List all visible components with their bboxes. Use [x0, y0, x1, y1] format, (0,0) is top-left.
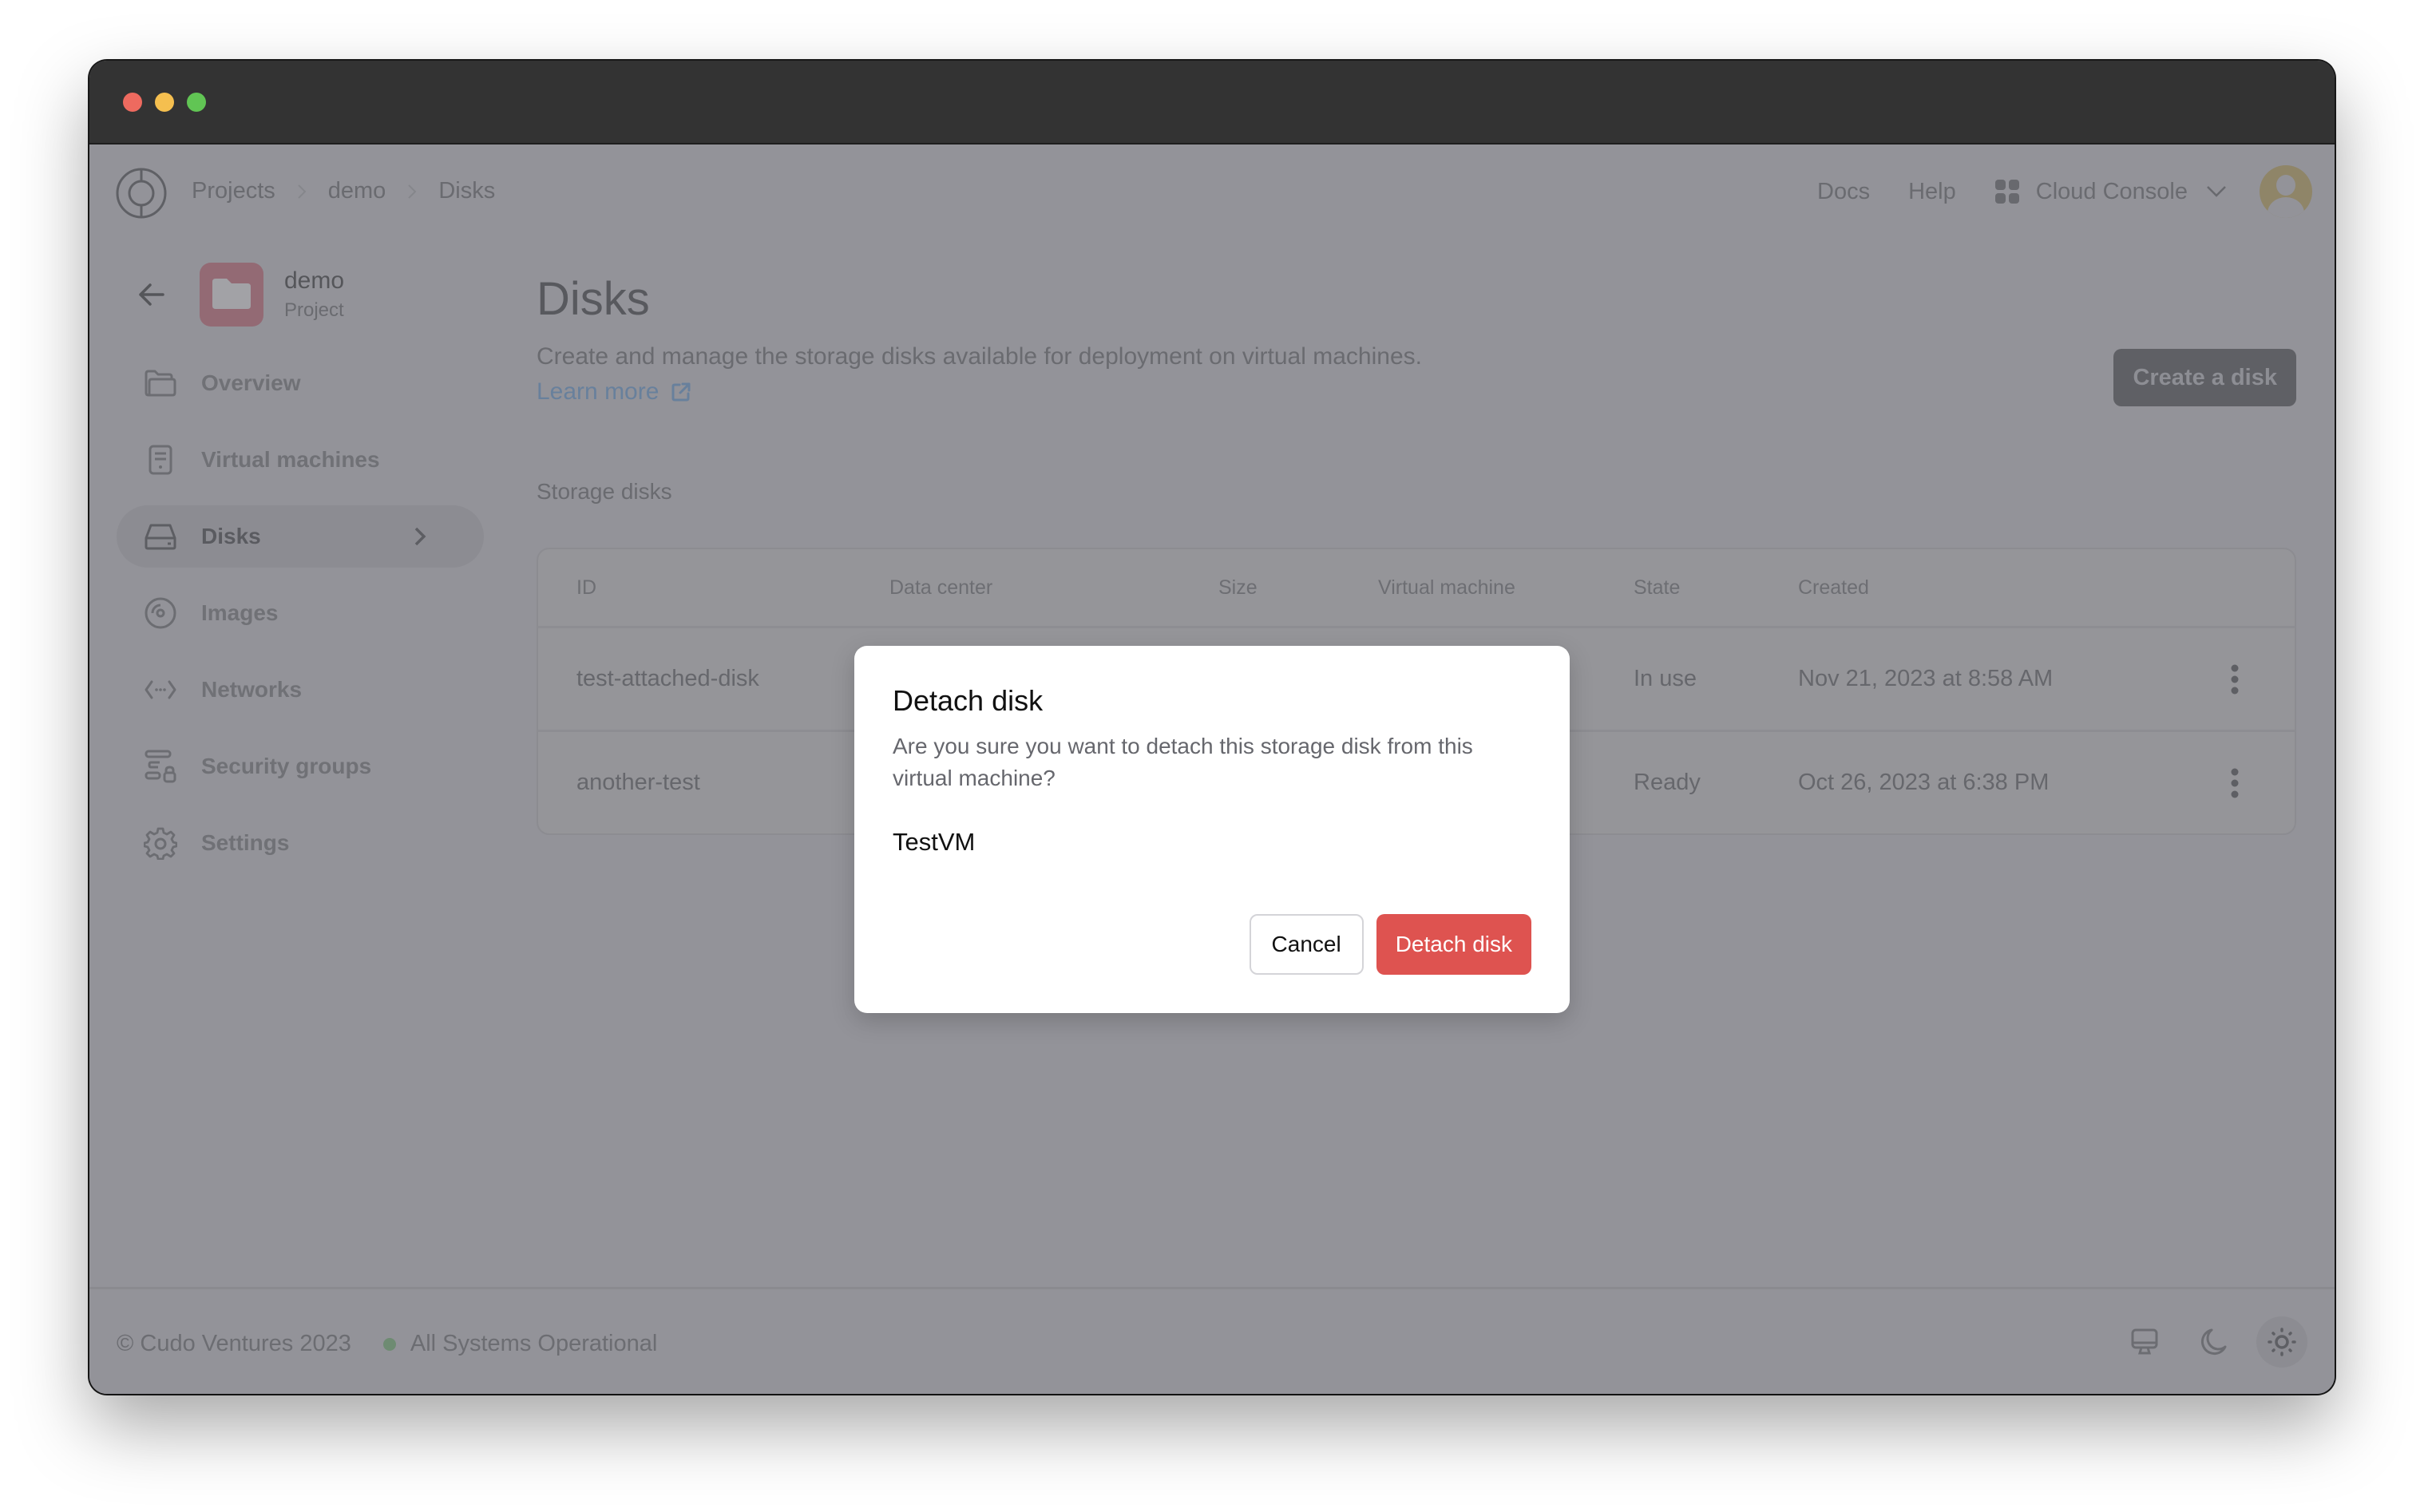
cancel-button[interactable]: Cancel — [1249, 914, 1364, 975]
footer-left: © Cudo Ventures 2023 All Systems Operati… — [117, 1331, 657, 1357]
breadcrumb-demo[interactable]: demo — [328, 178, 386, 204]
security-list-lock-icon — [145, 750, 176, 783]
learn-more-link[interactable]: Learn more — [537, 378, 692, 406]
theme-light-button[interactable] — [2256, 1316, 2307, 1368]
arrow-left-icon[interactable] — [133, 275, 171, 314]
sidebar-item-label: Images — [201, 600, 279, 625]
more-vertical-icon[interactable] — [2231, 664, 2239, 695]
disk-state: In use — [1634, 666, 1697, 691]
sidebar-item-virtual-machines[interactable]: Virtual machines — [117, 429, 484, 491]
top-nav: Projects demo Disks Docs Help Cloud Cons… — [89, 144, 2335, 237]
disk-created: Oct 26, 2023 at 6:38 PM — [1798, 770, 2050, 795]
sidebar-item-label: Overview — [201, 370, 301, 395]
page-title: Disks — [537, 273, 650, 325]
disc-icon — [145, 597, 176, 629]
external-link-icon — [671, 382, 691, 402]
column-header-data-center[interactable]: Data center — [889, 576, 992, 600]
dialog-actions: Cancel Detach disk — [1249, 914, 1531, 975]
folder-icon — [212, 279, 251, 309]
sidebar-item-networks[interactable]: Networks — [117, 659, 484, 721]
sidebar-item-label: Virtual machines — [201, 447, 380, 472]
folder-open-icon — [145, 370, 176, 397]
create-disk-button[interactable]: Create a disk — [2113, 349, 2296, 406]
cloud-console-dropdown[interactable]: Cloud Console — [1994, 179, 2228, 205]
docs-link[interactable]: Docs — [1817, 179, 1870, 205]
disk-created: Nov 21, 2023 at 8:58 AM — [1798, 666, 2054, 691]
copyright: © Cudo Ventures 2023 — [117, 1331, 351, 1356]
page-description: Create and manage the storage disks avai… — [537, 343, 1422, 370]
sidebar-item-label: Security groups — [201, 754, 372, 778]
column-header-id[interactable]: ID — [576, 576, 596, 600]
detach-disk-button[interactable]: Detach disk — [1376, 914, 1531, 975]
detach-disk-dialog: Detach disk Are you sure you want to det… — [854, 646, 1570, 1013]
chevron-right-icon — [298, 184, 307, 199]
sidebar-item-label: Networks — [201, 677, 303, 702]
system-status-link[interactable]: All Systems Operational — [410, 1331, 657, 1357]
sidebar-item-disks[interactable]: Disks — [117, 505, 484, 568]
status-dot-icon — [382, 1337, 396, 1351]
sidebar-item-security-groups[interactable]: Security groups — [117, 735, 484, 798]
grid-icon — [1994, 180, 2019, 204]
close-window-button[interactable] — [123, 93, 142, 112]
server-icon — [149, 445, 172, 475]
footer: © Cudo Ventures 2023 All Systems Operati… — [89, 1287, 2335, 1394]
sun-icon — [2268, 1328, 2296, 1356]
column-header-created[interactable]: Created — [1798, 576, 1869, 600]
maximize-window-button[interactable] — [187, 93, 206, 112]
help-link[interactable]: Help — [1908, 179, 1956, 205]
theme-dark-button[interactable] — [2188, 1316, 2239, 1368]
sidebar-item-label: Settings — [201, 830, 290, 855]
minimize-window-button[interactable] — [155, 93, 174, 112]
user-avatar-icon[interactable] — [2260, 165, 2312, 218]
cloud-console-label: Cloud Console — [2035, 178, 2188, 204]
chevron-down-icon — [2207, 186, 2226, 197]
table-header: ID Data center Size Virtual machine Stat… — [538, 549, 2295, 626]
theme-switcher — [2119, 1316, 2307, 1368]
more-vertical-icon[interactable] — [2231, 768, 2239, 798]
project-subtitle: Project — [284, 299, 344, 321]
disk-id[interactable]: test-attached-disk — [576, 666, 759, 692]
dialog-message: Are you sure you want to detach this sto… — [893, 734, 1473, 790]
avatar-body — [2268, 197, 2304, 218]
sidebar-item-overview[interactable]: Overview — [117, 352, 484, 414]
hard-drive-icon — [145, 524, 176, 550]
dialog-title: Detach disk — [893, 684, 1044, 717]
sidebar: demo Project Overview Virtual machines D… — [117, 261, 484, 889]
avatar-head — [2276, 175, 2295, 196]
column-header-virtual-machine[interactable]: Virtual machine — [1378, 576, 1515, 600]
column-header-size[interactable]: Size — [1218, 576, 1258, 600]
sidebar-item-label: Disks — [201, 524, 261, 548]
breadcrumb-disks[interactable]: Disks — [438, 178, 495, 204]
virtual-machine-name: TestVM — [893, 828, 976, 856]
browser-window: Projects demo Disks Docs Help Cloud Cons… — [89, 61, 2335, 1394]
app-content: Projects demo Disks Docs Help Cloud Cons… — [89, 144, 2335, 1394]
chevron-right-icon — [414, 527, 426, 546]
gear-icon — [144, 827, 177, 860]
project-avatar — [200, 263, 263, 327]
project-header: demo Project — [117, 261, 484, 328]
chevron-right-icon — [408, 184, 417, 199]
moon-icon — [2200, 1328, 2227, 1356]
breadcrumb-projects[interactable]: Projects — [192, 178, 275, 204]
project-info: demo Project — [284, 267, 344, 322]
disk-state: Ready — [1634, 770, 1701, 795]
network-code-icon — [145, 680, 176, 699]
column-header-state[interactable]: State — [1634, 576, 1680, 600]
section-label: Storage disks — [537, 479, 672, 504]
disk-id[interactable]: another-test — [576, 770, 700, 796]
sidebar-item-images[interactable]: Images — [117, 582, 484, 644]
sidebar-item-settings[interactable]: Settings — [117, 812, 484, 874]
learn-more-label: Learn more — [537, 378, 659, 405]
project-name: demo — [284, 267, 345, 294]
monitor-icon — [2131, 1328, 2158, 1355]
breadcrumb: Projects demo Disks — [192, 178, 495, 204]
title-bar — [89, 61, 2335, 144]
theme-system-button[interactable] — [2119, 1316, 2170, 1368]
top-right-menu: Docs Help Cloud Console — [1817, 164, 2312, 220]
cudo-logo-icon[interactable] — [115, 167, 168, 220]
